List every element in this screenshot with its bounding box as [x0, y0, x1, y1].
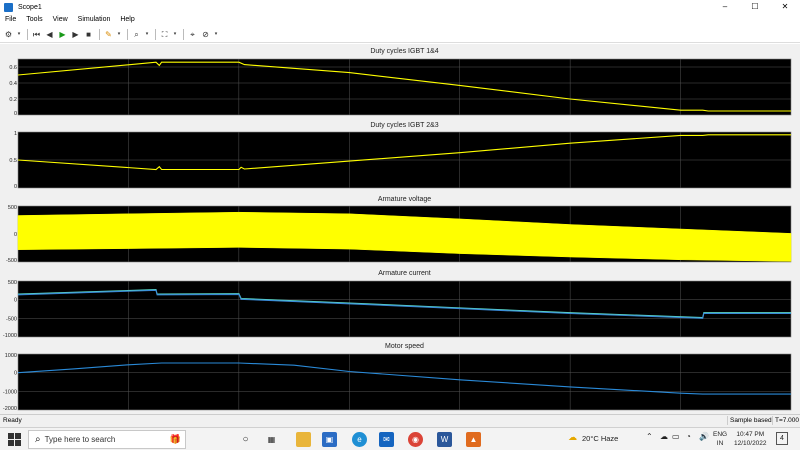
simulation-time: T=7.000 [772, 416, 800, 425]
y-tick-label: 0 [14, 232, 17, 238]
maximize-button[interactable]: ☐ [740, 0, 770, 14]
y-tick-label: 500 [8, 205, 17, 211]
dropdown-arrow-icon[interactable]: ▾ [16, 29, 22, 40]
rewind-icon[interactable]: ⏮ [31, 29, 42, 40]
y-tick-label: 0 [14, 184, 17, 190]
language-indicator[interactable]: ENG IN [713, 430, 727, 448]
region-code: IN [716, 440, 724, 447]
plot-title: Armature current [378, 270, 431, 277]
plot-title: Duty cycles IGBT 2&3 [370, 122, 438, 129]
store-icon[interactable]: ▣ [322, 432, 337, 447]
gear-icon[interactable]: ⚙ [3, 29, 14, 40]
y-tick-label: 0.2 [9, 97, 17, 103]
task-view-icon[interactable]: ▦ [264, 432, 279, 447]
clock[interactable]: 10:47 PM 12/10/2022 [734, 430, 767, 448]
stop-icon[interactable]: ■ [83, 29, 94, 40]
dropdown-arrow-icon[interactable]: ▾ [213, 29, 219, 40]
clock-time: 10:47 PM [736, 431, 765, 438]
taskbar: ⌕ Type here to search 🎁 ○ ▦ ▣ e ✉ ◉ W ▲ … [0, 427, 800, 450]
menu-file[interactable]: File [0, 14, 21, 26]
dropdown-arrow-icon[interactable]: ▾ [172, 29, 178, 40]
toolbar-separator [99, 29, 100, 40]
y-tick-label: 0 [14, 371, 17, 377]
step-forward-icon[interactable]: ▶ [70, 29, 81, 40]
chrome-icon[interactable]: ◉ [408, 432, 423, 447]
y-tick-label: 0.5 [9, 158, 17, 164]
status-bar: Ready Sample based T=7.000 [0, 414, 800, 427]
close-button[interactable]: ✕ [770, 0, 800, 14]
window-title: Scope1 [18, 3, 42, 11]
sample-mode: Sample based [727, 416, 774, 425]
mail-icon[interactable]: ✉ [379, 432, 394, 447]
menu-view[interactable]: View [48, 14, 73, 26]
clock-date: 12/10/2022 [734, 440, 767, 447]
axes-background[interactable] [17, 280, 792, 338]
weather-text[interactable]: 20°C Haze [582, 434, 618, 443]
battery-icon[interactable]: ▭ [672, 432, 680, 441]
notification-icon[interactable]: 4 [776, 432, 788, 445]
scope-app-icon [4, 2, 13, 12]
run-icon[interactable]: ▶ [57, 29, 68, 40]
toolbar-separator [127, 29, 128, 40]
plot-title: Armature voltage [378, 196, 431, 203]
plot-title: Duty cycles IGBT 1&4 [370, 48, 438, 55]
menu-simulation[interactable]: Simulation [73, 14, 116, 26]
windows-start-icon[interactable] [8, 433, 21, 446]
word-icon[interactable]: W [437, 432, 452, 447]
minimize-button[interactable]: – [710, 0, 740, 14]
search-placeholder: Type here to search [44, 435, 116, 444]
y-tick-label: 0 [14, 111, 17, 117]
y-tick-label: -1000 [3, 333, 17, 339]
volume-icon[interactable]: 🔊 [699, 432, 709, 441]
matlab-icon[interactable]: ▲ [466, 432, 481, 447]
axes-background[interactable] [17, 58, 792, 116]
search-icon: ⌕ [35, 434, 41, 445]
network-icon[interactable]: ◔ [686, 432, 691, 441]
axes-background[interactable] [17, 353, 792, 411]
toolbar-separator [183, 29, 184, 40]
y-tick-label: 0.4 [9, 81, 17, 87]
step-back-icon[interactable]: ◀ [44, 29, 55, 40]
dropdown-arrow-icon[interactable]: ▾ [144, 29, 150, 40]
fit-icon[interactable]: ⛶ [159, 29, 170, 40]
toolbar-separator [27, 29, 28, 40]
highlight-icon[interactable]: ✎ [103, 29, 114, 40]
dropdown-arrow-icon[interactable]: ▾ [116, 29, 122, 40]
status-ready: Ready [3, 417, 22, 424]
title-bar: Scope1 – ☐ ✕ [0, 0, 800, 14]
cortana-icon[interactable]: ○ [238, 432, 253, 447]
notification-count: 4 [780, 435, 784, 442]
toolbar-separator [155, 29, 156, 40]
cursor-icon[interactable]: ⌖ [187, 29, 198, 40]
y-tick-label: -500 [6, 316, 17, 322]
y-tick-label: 500 [8, 280, 17, 286]
weather-icon: ☁ [568, 432, 577, 442]
y-tick-label: -2000 [3, 406, 17, 412]
cloud-sync-icon: ☁ [660, 432, 668, 441]
y-tick-label: 1000 [5, 353, 17, 359]
scope-plots[interactable]: Duty cycles IGBT 1&4 0 0.2 0.4 0.6 Duty cycle… [0, 44, 800, 414]
gifts-icon: 🎁 [169, 434, 181, 444]
y-tick-label: -1000 [3, 389, 17, 395]
menu-tools[interactable]: Tools [21, 14, 47, 26]
file-explorer-icon[interactable] [296, 432, 311, 447]
taskbar-search[interactable]: ⌕ Type here to search 🎁 [28, 430, 186, 449]
y-tick-label: 1 [14, 131, 17, 137]
menu-help[interactable]: Help [115, 14, 139, 26]
y-tick-label: -500 [6, 258, 17, 264]
scope-plot-area: Duty cycles IGBT 1&4 0 0.2 0.4 0.6 Duty cycle… [0, 44, 800, 414]
menu-bar: File Tools View Simulation Help [0, 14, 800, 26]
window-controls: – ☐ ✕ [710, 0, 800, 14]
edge-icon[interactable]: e [352, 432, 367, 447]
language-code: ENG [713, 431, 728, 438]
plot-title: Motor speed [385, 343, 424, 350]
y-tick-label: 0 [14, 298, 17, 304]
y-tick-label: 0.6 [9, 65, 17, 71]
chevron-up-icon[interactable]: ⌃ [646, 432, 653, 441]
triggers-icon[interactable]: ⊘ [200, 29, 211, 40]
toolbar: ⚙ ▾ ⏮ ◀ ▶ ▶ ■ ✎ ▾ ⌕ ▾ ⛶ ▾ ⌖ ⊘ ▾ [0, 27, 800, 43]
zoom-icon[interactable]: ⌕ [131, 29, 142, 40]
